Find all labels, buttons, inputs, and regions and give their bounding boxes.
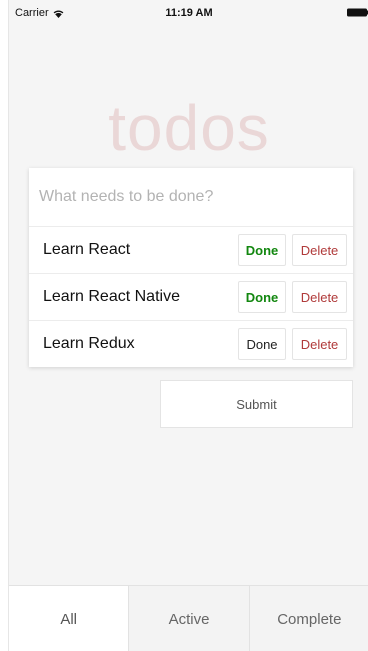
todo-text: Learn React (43, 241, 131, 258)
todo-text: Learn Redux (43, 335, 135, 352)
status-time: 11:19 AM (165, 7, 213, 19)
delete-button[interactable]: Delete (292, 234, 347, 266)
tab-complete[interactable]: Complete (248, 586, 368, 651)
done-button[interactable]: Done (238, 281, 286, 313)
delete-button[interactable]: Delete (292, 328, 347, 360)
filter-tab-bar: All Active Complete (9, 585, 368, 651)
tab-all[interactable]: All (9, 586, 129, 651)
delete-button[interactable]: Delete (292, 281, 347, 313)
new-todo-input[interactable] (29, 168, 353, 226)
done-button[interactable]: Done (238, 234, 286, 266)
status-bar: Carrier 11:19 AM (9, 0, 368, 24)
app-title: todos (108, 92, 270, 164)
tab-active[interactable]: Active (128, 586, 249, 651)
todo-row: Learn Redux Done Delete (29, 320, 353, 367)
todo-card: Learn React Done Delete Learn React Nati… (29, 168, 353, 367)
battery-icon (347, 8, 368, 17)
todo-row: Learn React Done Delete (29, 226, 353, 273)
todo-row: Learn React Native Done Delete (29, 273, 353, 320)
app-screen: Carrier 11:19 AM todos Learn React Done … (8, 0, 368, 651)
done-button[interactable]: Done (238, 328, 286, 360)
submit-button[interactable]: Submit (160, 380, 353, 428)
todo-text: Learn React Native (43, 288, 180, 305)
